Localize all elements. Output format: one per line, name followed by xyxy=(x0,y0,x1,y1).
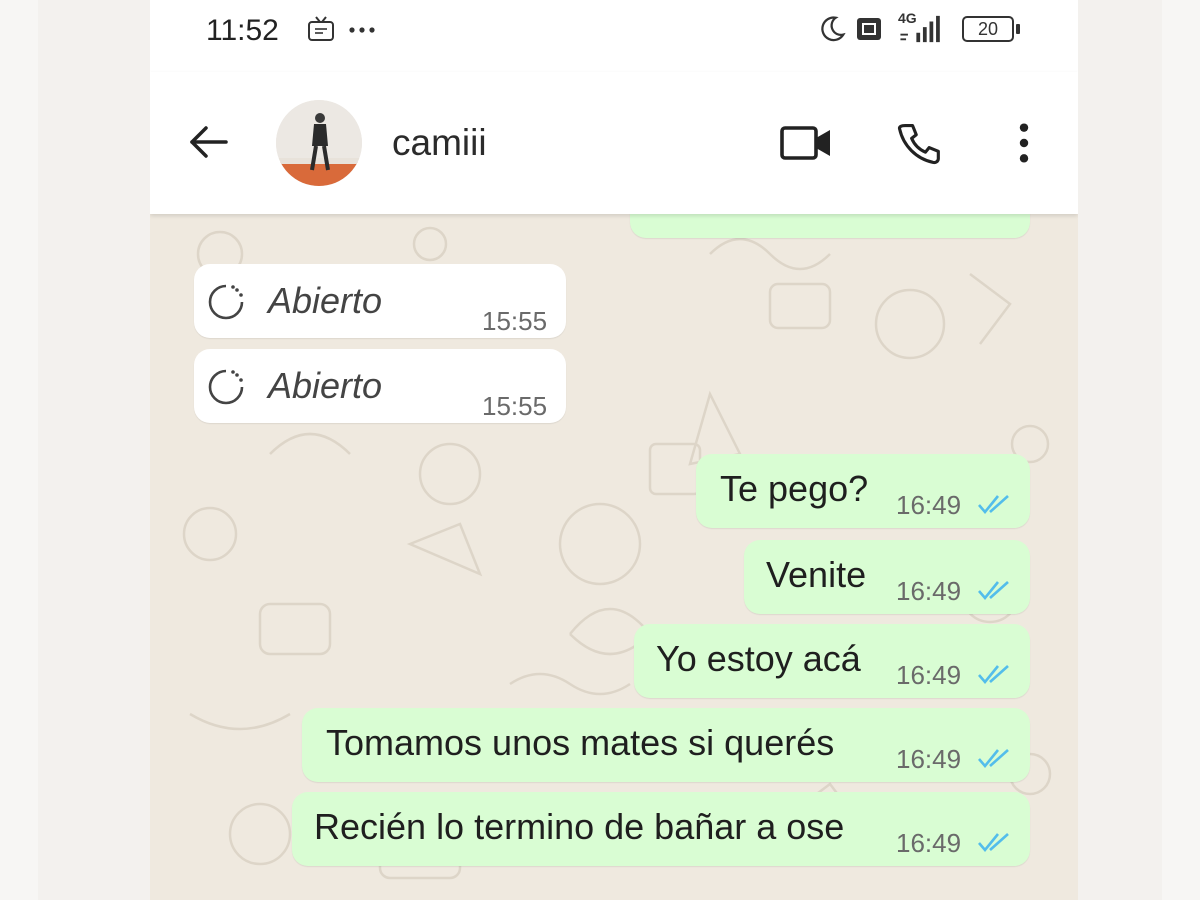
page-margin-left xyxy=(0,0,38,900)
signal-icon xyxy=(900,15,940,43)
read-ticks-icon xyxy=(978,833,1009,853)
message-text: Abierto xyxy=(268,280,383,321)
sim-icon xyxy=(857,18,881,40)
message-time: 15:55 xyxy=(482,306,548,336)
page-margin-right xyxy=(1162,0,1200,900)
contact-name[interactable]: camiii xyxy=(392,122,487,164)
back-arrow-icon[interactable] xyxy=(186,120,230,164)
read-ticks-icon xyxy=(978,665,1009,685)
message-text: Tomamos unos mates si querés xyxy=(326,722,835,763)
message-time: 16:49 xyxy=(896,828,962,858)
video-call-icon[interactable] xyxy=(778,120,834,166)
read-ticks-icon xyxy=(978,581,1009,601)
message-time: 15:55 xyxy=(482,391,548,421)
battery-tip xyxy=(1016,24,1020,34)
message-bubble-outgoing[interactable]: Yo estoy acá 16:49 xyxy=(634,624,1030,698)
chat-area[interactable]: Abierto 15:55 Abierto 15:55 Te pego? 16:… xyxy=(150,174,1078,900)
read-ticks-icon xyxy=(978,749,1009,769)
status-time: 11:52 xyxy=(206,14,279,47)
battery-level: 20 xyxy=(977,19,999,39)
more-dots-icon xyxy=(349,27,375,33)
message-bubble-incoming[interactable]: Abierto 15:55 xyxy=(194,349,566,423)
message-text: Abierto xyxy=(268,365,383,406)
message-time: 16:49 xyxy=(896,490,962,520)
message-text: Recién lo termino de bañar a ose xyxy=(314,806,845,847)
chat-header: camiii xyxy=(150,72,1078,214)
view-once-icon xyxy=(208,369,244,405)
message-text: Venite xyxy=(766,554,867,595)
message-bubble-outgoing[interactable]: Recién lo termino de bañar a ose 16:49 xyxy=(292,792,1030,866)
message-bubble-outgoing[interactable]: Te pego? 16:49 xyxy=(696,454,1030,528)
voice-call-icon[interactable] xyxy=(894,120,944,166)
message-text: Yo estoy acá xyxy=(656,638,861,679)
message-bubble-incoming[interactable]: Abierto 15:55 xyxy=(194,264,566,338)
message-bubble-outgoing[interactable]: Venite 16:49 xyxy=(744,540,1030,614)
screen-recorder-icon xyxy=(308,16,334,41)
message-time: 16:49 xyxy=(896,576,962,606)
phone-screen: 11:52 4G 20 camiii Abierto 15:55 Abierto… xyxy=(150,0,1078,900)
message-text: Te pego? xyxy=(720,468,869,509)
status-bar: 11:52 4G 20 xyxy=(150,0,1078,72)
message-bubble-outgoing[interactable]: Tomamos unos mates si querés 16:49 xyxy=(302,708,1030,782)
message-time: 16:49 xyxy=(896,744,962,774)
battery-icon: 20 xyxy=(962,16,1014,42)
message-time: 16:49 xyxy=(896,660,962,690)
avatar-photo xyxy=(276,100,362,186)
more-vert-icon[interactable] xyxy=(1014,120,1034,166)
view-once-icon xyxy=(208,284,244,320)
contact-avatar[interactable] xyxy=(276,100,362,186)
moon-icon xyxy=(821,16,846,42)
read-ticks-icon xyxy=(978,495,1009,515)
